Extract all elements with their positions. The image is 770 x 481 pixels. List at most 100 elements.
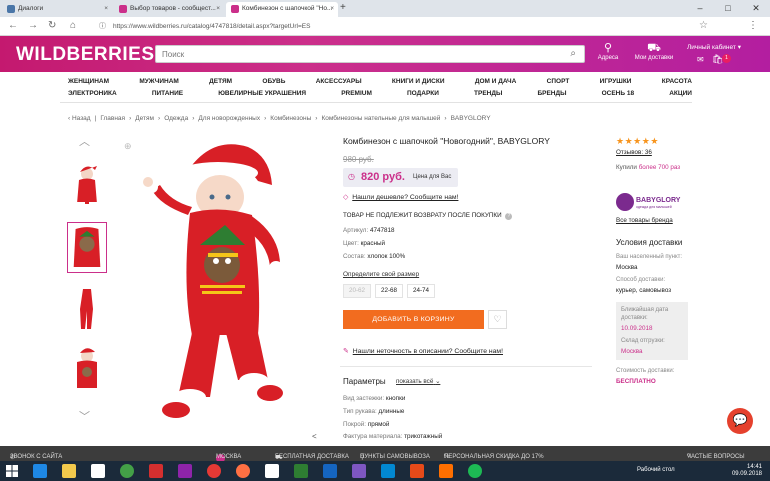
windows-start-icon[interactable] [6,465,18,477]
favorite-heart-icon[interactable]: ♡ [488,310,507,329]
search-input[interactable]: Поиск ⌕ [155,45,585,63]
app-icon[interactable] [178,464,192,478]
category-link[interactable]: КНИГИ И ДИСКИ [392,76,445,88]
onenote-icon[interactable] [352,464,366,478]
window-controls: – □ ✕ [686,0,770,17]
site-header: WILDBERRIES Поиск ⌕ ⚲ Адреса ⛟ Мои доста… [0,36,770,72]
nearest-date: 10.09.2018 [621,325,653,332]
thumbs-up-arrow-icon[interactable]: ︿ [79,133,90,149]
explorer-icon[interactable] [62,464,76,478]
wildberries-logo[interactable]: WILDBERRIES [16,44,155,66]
new-tab-button[interactable]: + [340,2,346,13]
category-link[interactable]: ДЕТЯМ [209,76,232,88]
account-menu[interactable]: Личный кабинет ▾ [687,43,741,51]
product-thumbnail[interactable] [67,344,107,395]
close-icon[interactable]: × [216,2,220,16]
category-link[interactable]: КРАСОТА [662,76,692,88]
addresses-button[interactable]: ⚲ Адреса [588,42,628,61]
forward-icon[interactable]: → [28,20,38,31]
category-link[interactable]: ЭЛЕКТРОНИКА [68,88,117,100]
breadcrumb-item[interactable]: Комбинезоны [270,115,311,122]
close-icon[interactable]: × [330,2,334,16]
breadcrumb-item[interactable]: BABYGLORY [451,115,491,122]
category-link[interactable]: ПИТАНИЕ [152,88,183,100]
category-link[interactable]: АКСЕССУАРЫ [316,76,362,88]
size-option[interactable]: 22-68 [375,284,403,298]
category-link[interactable]: ОСЕНЬ 18 [602,88,635,100]
help-icon[interactable]: ? [505,213,513,220]
app-icon[interactable] [149,464,163,478]
show-all-params-link[interactable]: показать всё ⌄ [396,378,440,385]
close-icon[interactable]: × [104,2,108,16]
breadcrumb-separator: › [192,115,195,122]
word-icon[interactable] [323,464,337,478]
ie-icon[interactable] [33,464,47,478]
browser-tab-product[interactable]: Комбинезон с шапочкой "Но... × [226,2,338,17]
discount-label: ПЕРСОНАЛЬНАЯ СКИДКА ДО 17% [444,454,544,460]
category-link[interactable]: ТРЕНДЫ [474,88,502,100]
category-link[interactable]: ИГРУШКИ [600,76,632,88]
url-field[interactable]: ⓘ https://www.wildberries.ru/catalog/474… [95,20,695,33]
category-link[interactable]: СПОРТ [547,76,570,88]
minimize-icon[interactable]: – [686,0,714,17]
browser-tab-dialogs[interactable]: Диалоги × [2,2,112,17]
search-icon[interactable]: ⌕ [570,48,576,59]
illustrator-icon[interactable] [439,464,453,478]
chat-icon[interactable]: 💬 [727,408,753,434]
category-link[interactable]: ЮВЕЛИРНЫЕ УКРАШЕНИЯ [218,88,306,100]
size-option[interactable]: 24-74 [407,284,435,298]
product-thumbnail-selected[interactable] [67,222,107,273]
excel-icon[interactable] [294,464,308,478]
mail-icon[interactable]: ✉ [697,55,704,64]
breadcrumb-item[interactable]: Главная [100,115,125,122]
size-guide-link[interactable]: Определите свой размер [343,271,419,278]
reload-icon[interactable]: ↻ [48,20,56,31]
bookmark-star-icon[interactable]: ☆ [699,20,708,31]
clock-icon: ◷ [348,172,355,181]
category-link[interactable]: МУЖЧИНАМ [139,76,178,88]
close-window-icon[interactable]: ✕ [742,0,770,17]
yandex-icon[interactable] [265,464,279,478]
brand-logo[interactable]: BABYGLORY одежда для малышей [616,192,680,212]
product-thumbnail[interactable] [67,283,107,334]
breadcrumb-item[interactable]: Для новорожденных [198,115,260,122]
breadcrumb-item[interactable]: Детям [135,115,154,122]
home-icon[interactable] [91,464,105,478]
opera-icon[interactable] [207,464,221,478]
powerpoint-icon[interactable] [410,464,424,478]
category-link[interactable]: БРЕНДЫ [537,88,566,100]
category-link[interactable]: ДОМ И ДАЧА [475,76,516,88]
share-icon[interactable]: < [312,432,317,441]
warehouse-value: Москва [621,348,643,355]
browser-tab-community[interactable]: Выбор товаров - сообщест... × [114,2,224,17]
breadcrumb-item[interactable]: ‹ Назад [68,115,91,122]
back-icon[interactable]: ← [8,20,18,31]
city-value[interactable]: Москва [616,264,638,271]
breadcrumb-separator: › [264,115,267,122]
maximize-icon[interactable]: □ [714,0,742,17]
category-link[interactable]: АКЦИИ [669,88,692,100]
firefox-icon[interactable] [236,464,250,478]
chrome-icon[interactable] [120,464,134,478]
desktop-label[interactable]: Рабочий стол [637,467,675,473]
all-brand-products-link[interactable]: Все товары бренда [616,217,673,224]
category-link[interactable]: ОБУВЬ [262,76,285,88]
system-clock[interactable]: 14:41 09.09.2018 [732,464,762,478]
browser-menu-icon[interactable]: ⋮ [748,20,758,31]
prop-label: Тип рукава: [343,408,377,415]
category-link[interactable]: PREMIUM [341,88,372,100]
home-icon[interactable]: ⌂ [70,20,76,31]
outlook-icon[interactable] [381,464,395,478]
breadcrumb-item[interactable]: Одежда [164,115,188,122]
category-link[interactable]: ЖЕНЩИНАМ [68,76,109,88]
product-thumbnail[interactable] [67,160,107,211]
reviews-link[interactable]: Отзывов: 36 [616,149,652,156]
category-link[interactable]: ПОДАРКИ [407,88,439,100]
thumbs-down-arrow-icon[interactable]: ﹀ [79,408,90,424]
found-cheaper-link[interactable]: ◇ Нашли дешевле? Сообщите нам! [343,193,458,201]
deliveries-button[interactable]: ⛟ Мои доставки [634,42,674,61]
breadcrumb-item[interactable]: Комбинезоны нательные для малышей [321,115,440,122]
report-inaccuracy-link[interactable]: ✎ Нашли неточность в описании? Сообщите н… [343,347,503,355]
add-to-cart-button[interactable]: ДОБАВИТЬ В КОРЗИНУ [343,310,484,329]
spotify-icon[interactable] [468,464,482,478]
